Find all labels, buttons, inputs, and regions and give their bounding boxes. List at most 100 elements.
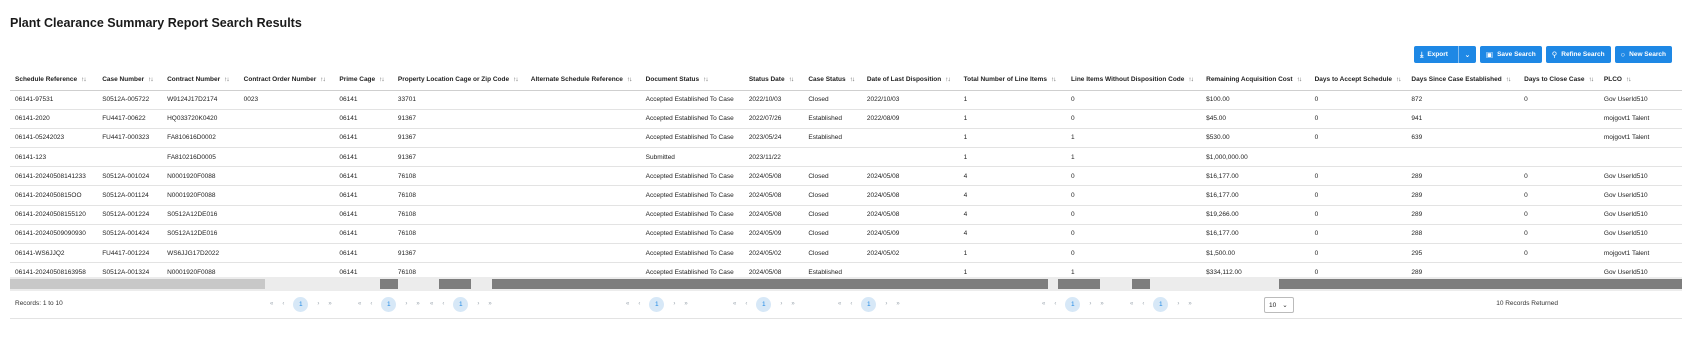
page-number-button[interactable]: 1 xyxy=(293,296,309,312)
chevron-down-icon[interactable]: ⌄ xyxy=(1457,46,1476,63)
first-page-button[interactable]: « xyxy=(1042,301,1045,307)
prev-page-button[interactable]: ‹ xyxy=(1142,301,1144,307)
last-page-button[interactable]: » xyxy=(791,301,794,307)
column-header[interactable]: Days Since Case Established ↑↓ xyxy=(1406,70,1520,91)
table-row[interactable]: 06141-05242023 FU4417-000323 FA810616D0002… xyxy=(10,128,1682,149)
next-page-button[interactable]: › xyxy=(780,301,782,307)
last-page-button[interactable]: » xyxy=(1188,301,1191,307)
prev-page-button[interactable]: ‹ xyxy=(850,301,852,307)
first-page-button[interactable]: « xyxy=(626,301,629,307)
table-cell: S0512A-005722 xyxy=(97,90,163,110)
next-page-button[interactable]: › xyxy=(477,301,479,307)
table-row[interactable]: 06141-123 FA810216D0005 06141 91367 Submitte… xyxy=(10,147,1682,168)
table-row[interactable]: 06141-97531 S0512A-005722 W9124J17D2174 002… xyxy=(10,90,1682,110)
column-header[interactable]: Days to Accept Schedule ↑↓ xyxy=(1309,70,1407,91)
table-row[interactable]: 06141-20240508141233 S0512A-001024 N000192… xyxy=(10,166,1682,187)
prev-page-button[interactable]: ‹ xyxy=(370,301,372,307)
prev-page-button[interactable]: ‹ xyxy=(1054,301,1056,307)
sort-icon[interactable]: ↑↓ xyxy=(789,76,794,83)
prev-page-button[interactable]: ‹ xyxy=(638,301,640,307)
column-header[interactable]: Case Status ↑↓ xyxy=(803,70,862,91)
column-header[interactable]: Line Items Without Disposition Code ↑↓ xyxy=(1066,70,1202,91)
sort-icon[interactable]: ↑↓ xyxy=(224,76,229,83)
save-search-button[interactable]: ▣ Save Search xyxy=(1479,46,1542,63)
sort-icon[interactable]: ↑↓ xyxy=(1051,76,1056,83)
sort-icon[interactable]: ↑↓ xyxy=(81,76,86,83)
last-page-button[interactable]: » xyxy=(328,301,331,307)
prev-page-button[interactable]: ‹ xyxy=(282,301,284,307)
sort-icon[interactable]: ↑↓ xyxy=(1297,76,1302,83)
next-page-button[interactable]: › xyxy=(1089,301,1091,307)
table-row[interactable]: 06141-2020 FU4417-00622 HQ033720K0420 06141… xyxy=(10,109,1682,129)
sort-icon[interactable]: ↑↓ xyxy=(627,76,632,83)
first-page-button[interactable]: « xyxy=(270,301,273,307)
first-page-button[interactable]: « xyxy=(1130,301,1133,307)
export-button[interactable]: ⤓ Export ⌄ xyxy=(1414,46,1476,63)
next-page-button[interactable]: › xyxy=(317,301,319,307)
sort-icon[interactable]: ↑↓ xyxy=(703,76,708,83)
page-number-button[interactable]: 1 xyxy=(861,296,877,312)
sort-icon[interactable]: ↑↓ xyxy=(945,76,950,83)
column-header[interactable]: Date of Last Disposition ↑↓ xyxy=(861,70,959,91)
refine-search-button[interactable]: ⚲ Refine Search xyxy=(1545,46,1611,63)
last-page-button[interactable]: » xyxy=(896,301,899,307)
scrollbar-segment[interactable] xyxy=(380,279,398,289)
scrollbar-segment[interactable] xyxy=(439,279,471,289)
column-header[interactable]: Days to Close Case ↑↓ xyxy=(1519,70,1599,91)
column-header[interactable]: Contract Order Number ↑↓ xyxy=(238,70,335,91)
last-page-button[interactable]: » xyxy=(1100,301,1103,307)
sort-icon[interactable]: ↑↓ xyxy=(513,76,518,83)
column-header[interactable]: Case Number ↑↓ xyxy=(97,70,163,91)
page-number-button[interactable]: 1 xyxy=(756,296,772,312)
sort-icon[interactable]: ↑↓ xyxy=(1506,76,1511,83)
prev-page-button[interactable]: ‹ xyxy=(442,301,444,307)
table-row[interactable]: 06141-2024050815OO S0512A-001124 N0001920F… xyxy=(10,185,1682,206)
column-header[interactable]: Total Number of Line Items ↑↓ xyxy=(958,70,1067,91)
first-page-button[interactable]: « xyxy=(838,301,841,307)
horizontal-scrollbar[interactable] xyxy=(10,277,1682,291)
sort-icon[interactable]: ↑↓ xyxy=(1188,76,1193,83)
next-page-button[interactable]: › xyxy=(405,301,407,307)
column-header[interactable]: Contract Number ↑↓ xyxy=(162,70,239,91)
column-header[interactable]: Schedule Reference ↑↓ xyxy=(10,70,98,91)
column-header[interactable]: Status Date ↑↓ xyxy=(743,70,804,91)
next-page-button[interactable]: › xyxy=(885,301,887,307)
new-search-button[interactable]: ○ New Search xyxy=(1614,46,1672,63)
next-page-button[interactable]: › xyxy=(673,301,675,307)
last-page-button[interactable]: » xyxy=(684,301,687,307)
sort-icon[interactable]: ↑↓ xyxy=(320,76,325,83)
column-header[interactable]: Document Status ↑↓ xyxy=(640,70,744,91)
first-page-button[interactable]: « xyxy=(358,301,361,307)
last-page-button[interactable]: » xyxy=(488,301,491,307)
column-header[interactable]: Property Location Cage or Zip Code ↑↓ xyxy=(392,70,526,91)
table-row[interactable]: 06141-20240509090930 S0512A-001424 S0512A1… xyxy=(10,224,1682,245)
page-number-button[interactable]: 1 xyxy=(453,296,469,312)
sort-icon[interactable]: ↑↓ xyxy=(850,76,855,83)
page-number-button[interactable]: 1 xyxy=(649,296,665,312)
column-header[interactable]: PLCO ↑↓ xyxy=(1598,70,1682,91)
scrollbar-segment[interactable] xyxy=(1058,279,1100,289)
table-row[interactable]: 06141-WS6JJQ2 FU4417-001224 WS6JJG17D2022 0… xyxy=(10,243,1682,264)
sort-icon[interactable]: ↑↓ xyxy=(1626,76,1631,83)
scrollbar-thumb[interactable] xyxy=(492,279,1048,289)
prev-page-button[interactable]: ‹ xyxy=(745,301,747,307)
last-page-button[interactable]: » xyxy=(416,301,419,307)
first-page-button[interactable]: « xyxy=(733,301,736,307)
table-row[interactable]: 06141-20240508155120 S0512A-001224 S0512A1… xyxy=(10,205,1682,225)
first-page-button[interactable]: « xyxy=(430,301,433,307)
column-header[interactable]: Alternate Schedule Reference ↑↓ xyxy=(525,70,641,91)
scrollbar-segment[interactable] xyxy=(1132,279,1150,289)
page-number-button[interactable]: 1 xyxy=(1065,296,1081,312)
sort-icon[interactable]: ↑↓ xyxy=(379,76,384,83)
sort-icon[interactable]: ↑↓ xyxy=(148,76,153,83)
scrollbar-segment[interactable] xyxy=(1279,279,1682,289)
sort-icon[interactable]: ↑↓ xyxy=(1396,76,1401,83)
sort-icon[interactable]: ↑↓ xyxy=(1588,76,1593,83)
next-page-button[interactable]: › xyxy=(1177,301,1179,307)
column-header[interactable]: Remaining Acquisition Cost ↑↓ xyxy=(1201,70,1310,91)
column-header[interactable]: Prime Cage ↑↓ xyxy=(334,70,393,91)
scrollbar-segment[interactable] xyxy=(10,279,265,289)
page-number-button[interactable]: 1 xyxy=(1153,296,1169,312)
page-number-button[interactable]: 1 xyxy=(381,296,397,312)
page-size-select[interactable]: 10 ⌄ xyxy=(1264,297,1294,313)
